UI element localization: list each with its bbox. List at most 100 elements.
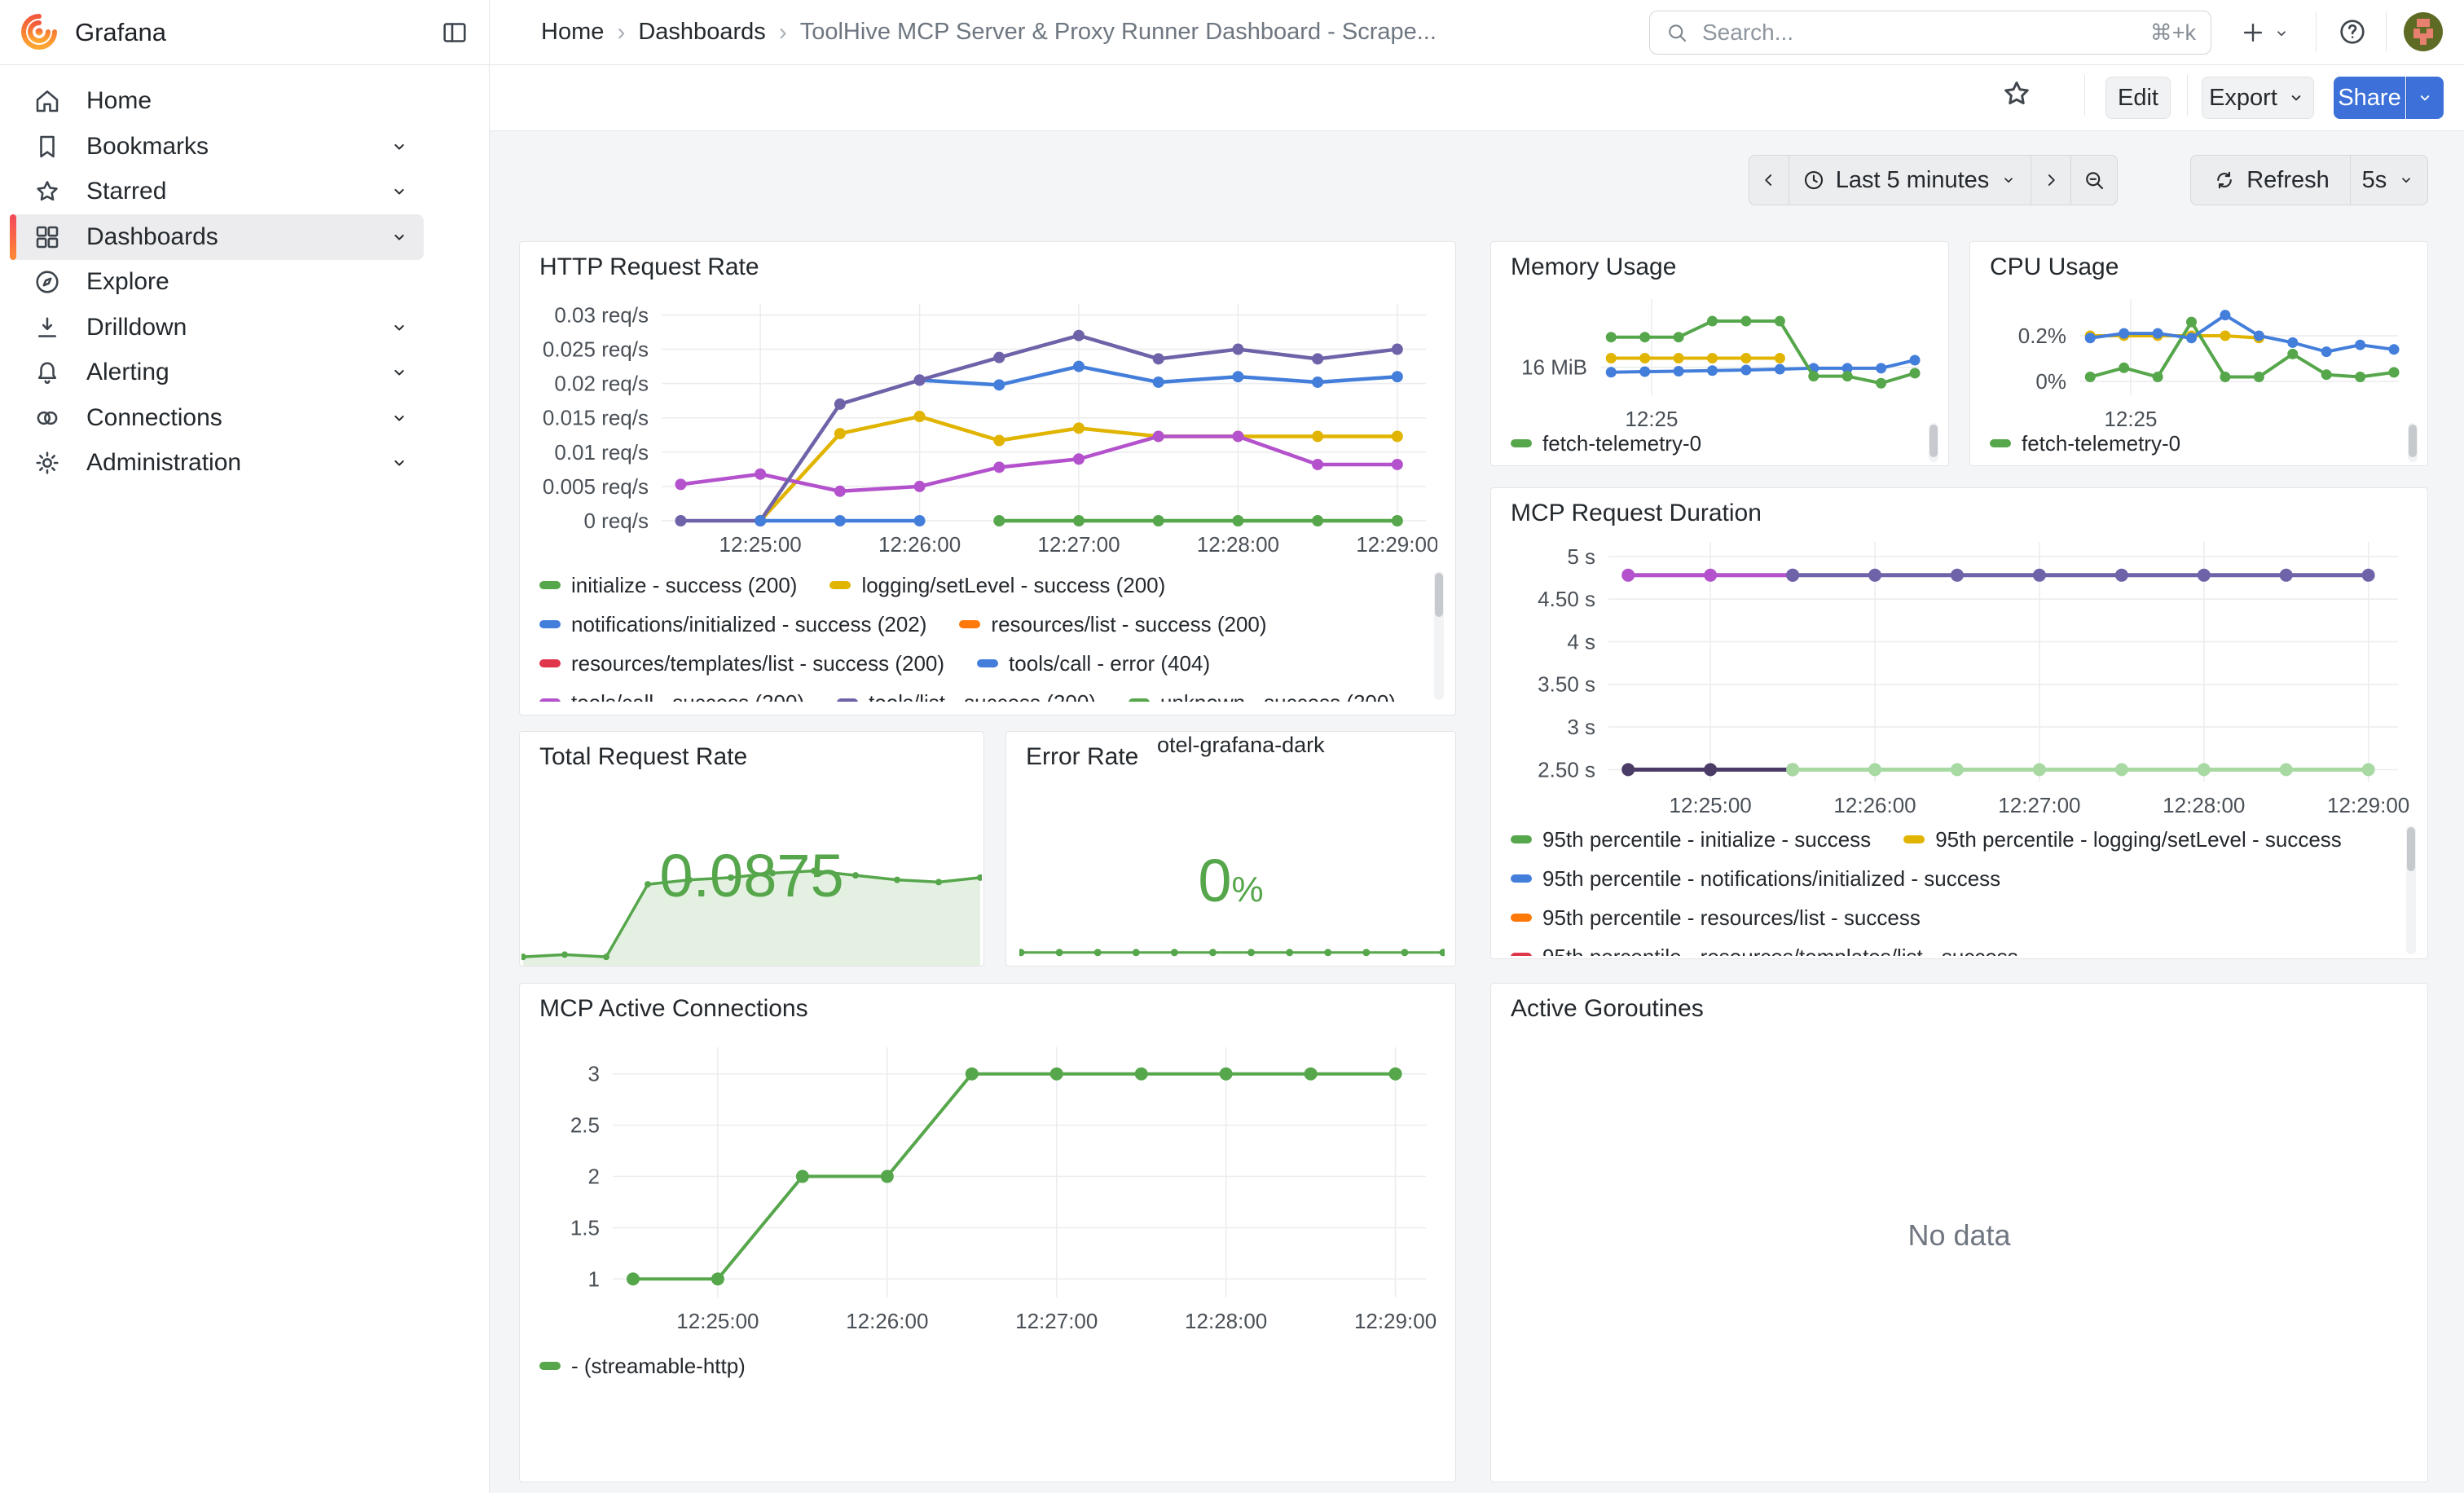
panel-title[interactable]: Total Request Rate (539, 743, 747, 771)
legend-series-label: logging/setLevel - success (200) (861, 573, 1165, 598)
drilldown-icon (33, 313, 62, 342)
panel-title[interactable]: Error Rate (1026, 743, 1138, 771)
legend-item[interactable]: resources/list - success (200) (959, 612, 1266, 637)
legend-item[interactable]: logging/setLevel - success (200) (829, 573, 1165, 598)
time-range-picker[interactable]: Last 5 minutes (1789, 155, 2031, 205)
legend-series-color-chip (1511, 914, 1532, 922)
sidebar-item-label: Drilldown (86, 314, 187, 341)
help-icon[interactable] (2337, 16, 2368, 47)
search-input[interactable] (1701, 19, 2150, 46)
http-request-rate-chart[interactable]: 12:25:0012:26:0012:27:0012:28:0012:29:00… (539, 293, 1437, 566)
search-box[interactable]: ⌘+k (1649, 11, 2211, 55)
legend-series-label: 95th percentile - initialize - success (1542, 827, 1871, 852)
legend-series-color-chip (539, 581, 561, 589)
add-button[interactable] (2239, 19, 2267, 46)
legend-item[interactable]: 95th percentile - logging/setLevel - suc… (1903, 827, 2342, 852)
mcp-active-connections-chart[interactable]: 12:25:0012:26:0012:27:0012:28:0012:29:00… (539, 1036, 1437, 1343)
legend-series-color-chip (539, 659, 561, 667)
panel-title[interactable]: MCP Active Connections (539, 995, 808, 1023)
svg-text:0 req/s: 0 req/s (584, 509, 649, 533)
legend-series-label: tools/call - success (200) (571, 690, 804, 702)
legend-item[interactable]: resources/templates/list - success (200) (539, 651, 944, 676)
chevron-down-icon (1999, 170, 2018, 190)
legend-series-label: tools/call - error (404) (1009, 651, 1210, 676)
zoom-out-button[interactable] (2070, 155, 2118, 205)
legend-series-color-chip (1129, 698, 1150, 702)
sidebar-item-dashboards[interactable]: Dashboards (10, 214, 424, 260)
legend-item[interactable]: 95th percentile - notifications/initiali… (1511, 866, 2000, 892)
breadcrumb-dashboards[interactable]: Dashboards (638, 19, 765, 46)
panel-title[interactable]: HTTP Request Rate (539, 253, 759, 281)
panel-title[interactable]: CPU Usage (1990, 253, 2119, 281)
error-rate-sparkline[interactable] (1019, 940, 1445, 962)
legend-series-label: fetch-telemetry-0 (2022, 431, 2180, 456)
time-forward-button[interactable] (2031, 155, 2071, 205)
legend-item[interactable]: initialize - success (200) (539, 573, 797, 598)
sidebar-item-bookmarks[interactable]: Bookmarks (10, 124, 424, 170)
scrollbar-thumb[interactable] (2409, 425, 2417, 457)
svg-text:2.50 s: 2.50 s (1538, 757, 1595, 782)
sidebar-item-connections[interactable]: Connections (10, 395, 424, 441)
legend-scrollbar[interactable] (1929, 423, 1938, 462)
scrollbar-thumb[interactable] (1929, 425, 1938, 457)
share-button[interactable]: Share (2334, 77, 2405, 119)
panel-active-goroutines: Active Goroutines No data (1490, 983, 2428, 1482)
clock-icon (1802, 168, 1826, 192)
legend-item[interactable]: tools/list - success (200) (837, 690, 1096, 702)
sidebar-item-explore[interactable]: Explore (10, 259, 424, 305)
legend-item[interactable]: fetch-telemetry-0 (1990, 431, 2180, 456)
svg-text:12:29:00: 12:29:00 (2327, 793, 2409, 817)
duration-legend: 95th percentile - initialize - success 95… (1511, 826, 2399, 956)
cpu-usage-chart[interactable]: 12:250.2%0% (1990, 288, 2409, 431)
chevron-down-icon (388, 407, 411, 429)
refresh-interval-picker[interactable]: 5s (2350, 155, 2428, 205)
sidebar-item-administration[interactable]: Administration (10, 440, 424, 486)
chevron-down-icon (2286, 87, 2307, 108)
legend-item[interactable]: fetch-telemetry-0 (1511, 431, 1701, 456)
panel-title[interactable]: Active Goroutines (1511, 995, 1704, 1023)
legend-series-color-chip (977, 659, 998, 667)
favorite-star-icon[interactable] (2000, 77, 2034, 111)
legend-item[interactable]: 95th percentile - resources/templates/li… (1511, 945, 2018, 957)
legend-item[interactable]: notifications/initialized - success (202… (539, 612, 926, 637)
export-button[interactable]: Export (2202, 77, 2314, 119)
zoom-out-icon (2082, 168, 2106, 192)
sidebar-item-label: Connections (86, 404, 222, 432)
mcp-request-duration-chart[interactable]: 12:25:0012:26:0012:27:0012:28:0012:29:00… (1511, 531, 2409, 827)
grid-icon (33, 222, 62, 252)
sidebar-item-alerting[interactable]: Alerting (10, 350, 424, 395)
add-chevron-icon[interactable] (2272, 24, 2291, 43)
sidebar-item-starred[interactable]: Starred (10, 169, 424, 214)
panel-title[interactable]: Memory Usage (1511, 253, 1676, 281)
memory-usage-chart[interactable]: 12:2516 MiB (1511, 288, 1930, 431)
edit-button[interactable]: Edit (2105, 77, 2171, 119)
legend-item[interactable]: unknown - success (200) (1129, 690, 1396, 702)
legend-scrollbar[interactable] (1434, 571, 1444, 700)
refresh-button[interactable]: Refresh (2190, 155, 2352, 205)
avatar[interactable] (2404, 12, 2443, 51)
legend-row: 95th percentile - resources/templates/li… (1511, 943, 2399, 956)
legend-series-label: 95th percentile - resources/list - succe… (1542, 905, 1921, 931)
legend-item[interactable]: tools/call - error (404) (977, 651, 1210, 676)
legend-scrollbar[interactable] (2408, 423, 2418, 462)
sidebar-item-drilldown[interactable]: Drilldown (10, 305, 424, 350)
scrollbar-thumb[interactable] (1435, 573, 1443, 617)
time-back-button[interactable] (1749, 155, 1789, 205)
breadcrumb-current: ToolHive MCP Server & Proxy Runner Dashb… (800, 19, 1437, 46)
legend-series-color-chip (539, 620, 561, 628)
breadcrumb-home[interactable]: Home (541, 19, 604, 46)
sidebar-item-label: Home (86, 87, 152, 115)
legend-scrollbar[interactable] (2406, 826, 2416, 954)
share-dropdown-button[interactable] (2406, 77, 2444, 119)
legend-item[interactable]: tools/call - success (200) (539, 690, 804, 702)
sidebar-item-home[interactable]: Home (10, 78, 424, 124)
scrollbar-thumb[interactable] (2407, 827, 2415, 871)
panel-title[interactable]: MCP Request Duration (1511, 500, 1762, 527)
sidebar-toggle-icon[interactable] (440, 18, 469, 47)
legend-series-color-chip (539, 698, 561, 702)
legend-item[interactable]: 95th percentile - resources/list - succe… (1511, 905, 1921, 931)
svg-text:0.01 req/s: 0.01 req/s (554, 440, 649, 465)
legend-item[interactable]: 95th percentile - initialize - success (1511, 827, 1871, 852)
legend-item[interactable]: - (streamable-http) (539, 1354, 746, 1379)
grafana-logo-icon[interactable] (20, 12, 59, 51)
